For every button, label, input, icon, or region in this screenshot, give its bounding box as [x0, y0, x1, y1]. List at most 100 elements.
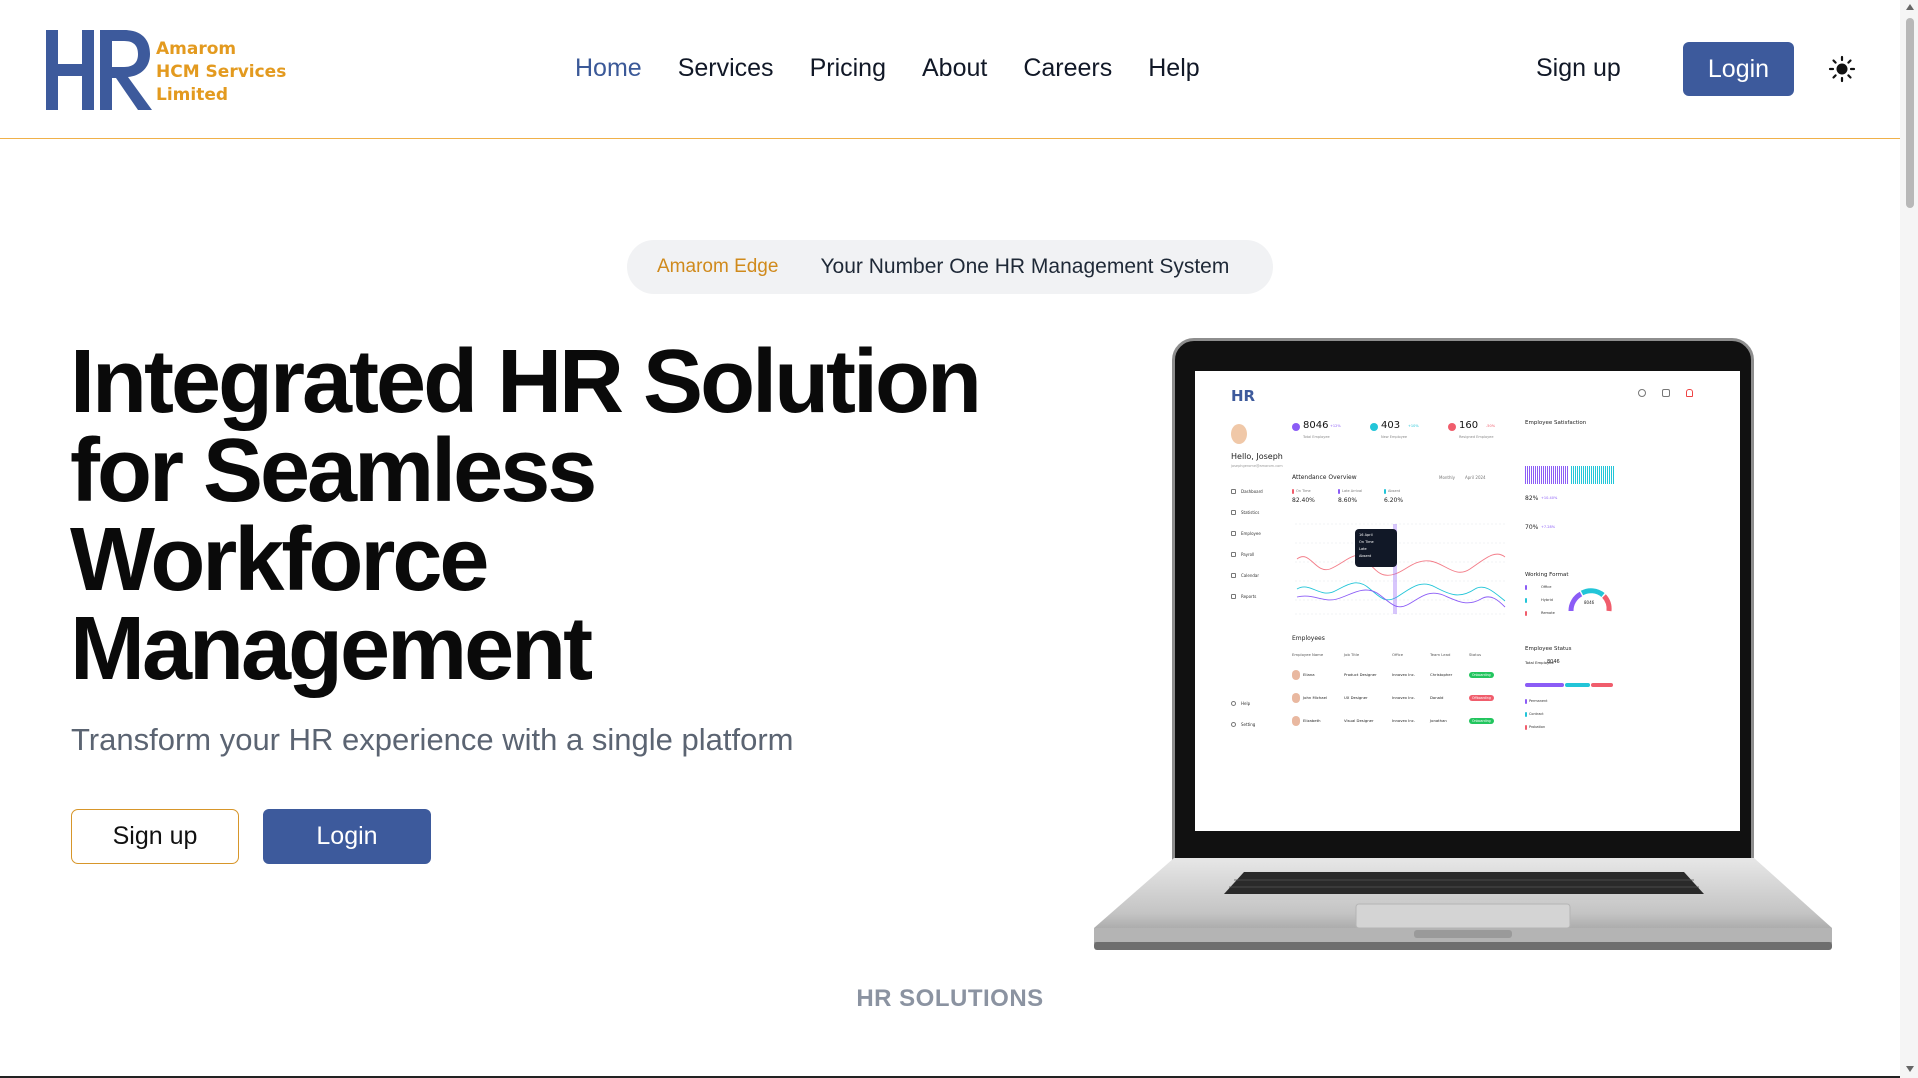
sidebar-item-label: Statistics — [1241, 510, 1260, 515]
satisfaction-bar — [1551, 466, 1552, 484]
attendance-stat-value: 82.40% — [1292, 497, 1315, 504]
section-label: HR SOLUTIONS — [856, 985, 1044, 1012]
satisfaction-bar — [1529, 466, 1530, 484]
dashboard-avatar — [1231, 424, 1247, 444]
sidebar-item-label: Employee — [1241, 531, 1261, 536]
satisfaction-bar — [1563, 466, 1564, 484]
satisfaction-bar — [1549, 466, 1550, 484]
attendance-legend-dot — [1292, 489, 1294, 494]
stat-label: Total Employee — [1303, 435, 1330, 439]
nav-pricing[interactable]: Pricing — [810, 50, 886, 86]
company-name-line: Amarom — [156, 39, 237, 59]
nav-careers[interactable]: Careers — [1023, 50, 1112, 86]
satisfaction-bar — [1575, 466, 1576, 484]
satisfaction-bar — [1605, 466, 1606, 484]
employee-status-dot — [1525, 725, 1527, 730]
employee-status-badge: Onboarding — [1469, 718, 1494, 724]
employee-status-dot — [1525, 699, 1527, 704]
satisfaction-bar — [1609, 466, 1610, 484]
stat-icon — [1292, 423, 1300, 431]
announcement-pill: Amarom Edge Your Number One HR Managemen… — [627, 240, 1273, 294]
employee-status-bar — [1525, 683, 1614, 687]
satisfaction-bar — [1547, 466, 1548, 484]
employee-lead: Christopher — [1430, 672, 1453, 677]
sidebar-item-label: Help — [1241, 701, 1251, 706]
header-signup-link[interactable]: Sign up — [1536, 50, 1621, 86]
nav-services[interactable]: Services — [678, 50, 774, 86]
laptop-base — [1094, 858, 1832, 950]
hero-title: Integrated HR Solution for Seamless Work… — [70, 337, 1070, 699]
satisfaction-bar — [1541, 466, 1542, 484]
satisfaction-bar — [1565, 466, 1566, 484]
sun-icon[interactable] — [1828, 55, 1856, 83]
working-format-dot — [1525, 611, 1527, 616]
scroll-thumb[interactable] — [1906, 18, 1914, 208]
satisfaction-bar — [1595, 466, 1596, 484]
attendance-title: Attendance Overview — [1292, 474, 1357, 481]
employees-title: Employees — [1292, 635, 1325, 642]
sidebar-item-icon — [1231, 552, 1236, 557]
page-scrollbar[interactable] — [1900, 0, 1918, 1078]
satisfaction-bar — [1589, 466, 1590, 484]
employees-column-header: Office — [1392, 652, 1404, 657]
header-login-button[interactable]: Login — [1683, 42, 1794, 96]
employees-column-header: Job Title — [1344, 652, 1360, 657]
employee-lead: Donald — [1430, 695, 1444, 700]
attendance-line-chart — [1295, 523, 1507, 615]
employee-office: Innovex Inc. — [1392, 718, 1416, 723]
hero-title-line: Management — [70, 599, 593, 699]
satisfaction-bar — [1585, 466, 1586, 484]
working-format-gauge — [1568, 588, 1612, 612]
employee-status-label: Permanent — [1529, 699, 1548, 703]
satisfaction-bar — [1545, 466, 1546, 484]
attendance-filter-month: April 2024 — [1465, 475, 1486, 480]
sidebar-item-icon — [1231, 510, 1236, 515]
satisfaction-title: Employee Satisfaction — [1525, 420, 1587, 426]
satisfaction-delta: +10.40% — [1541, 496, 1558, 500]
working-format-dot — [1525, 598, 1527, 603]
sidebar-item-icon — [1231, 701, 1236, 706]
working-format-dot — [1525, 585, 1527, 590]
satisfaction-bar — [1571, 466, 1572, 484]
satisfaction-bar — [1567, 466, 1568, 484]
satisfaction-bars — [1525, 466, 1614, 484]
satisfaction-bar — [1555, 466, 1556, 484]
company-name-line: Limited — [156, 85, 229, 105]
hero-login-button[interactable]: Login — [263, 809, 431, 864]
stat-label: Resigned Employee — [1459, 435, 1494, 439]
sidebar-item-icon — [1231, 722, 1236, 727]
attendance-stat-label: Absent — [1388, 489, 1401, 493]
satisfaction-bar — [1553, 466, 1554, 484]
sidebar-item-icon — [1231, 573, 1236, 578]
satisfaction-bar — [1535, 466, 1536, 484]
sidebar-item-icon — [1231, 594, 1236, 599]
laptop-lid: HR Hello, Joseph josephgerome@amarom.com… — [1172, 338, 1754, 870]
dashboard-logo: HR — [1231, 387, 1256, 405]
employee-avatar — [1292, 670, 1300, 680]
scroll-up-arrow-icon[interactable] — [1906, 4, 1914, 10]
employee-status-total: 8046 — [1547, 659, 1560, 665]
hero-signup-button[interactable]: Sign up — [71, 809, 239, 864]
employee-status-label: Probation — [1529, 725, 1546, 729]
nav-home[interactable]: Home — [575, 50, 642, 86]
employee-name: John Michael — [1303, 695, 1328, 700]
sidebar-item-label: Payroll — [1241, 552, 1255, 557]
satisfaction-bar — [1559, 466, 1560, 484]
employee-job: Visual Designer — [1344, 718, 1374, 723]
satisfaction-bar — [1601, 466, 1602, 484]
nav-about[interactable]: About — [922, 50, 987, 86]
satisfaction-bar — [1539, 466, 1540, 484]
dashboard-topbar-icons — [1638, 389, 1698, 399]
employees-column-header: Team Lead — [1430, 652, 1451, 657]
company-logo[interactable]: Amarom HCM Services Limited — [46, 30, 286, 110]
tooltip-late: Late — [1359, 547, 1367, 551]
stat-delta: +12% — [1330, 424, 1341, 428]
attendance-filter-period: Monthly — [1439, 475, 1456, 480]
attendance-legend-dot — [1384, 489, 1386, 494]
sidebar-item-label: Calendar — [1241, 573, 1259, 578]
nav-help[interactable]: Help — [1148, 50, 1199, 86]
working-format-title: Working Format — [1525, 572, 1569, 578]
satisfaction-bar — [1525, 466, 1526, 484]
scroll-down-arrow-icon[interactable] — [1906, 1066, 1914, 1072]
satisfaction-bar — [1603, 466, 1604, 484]
